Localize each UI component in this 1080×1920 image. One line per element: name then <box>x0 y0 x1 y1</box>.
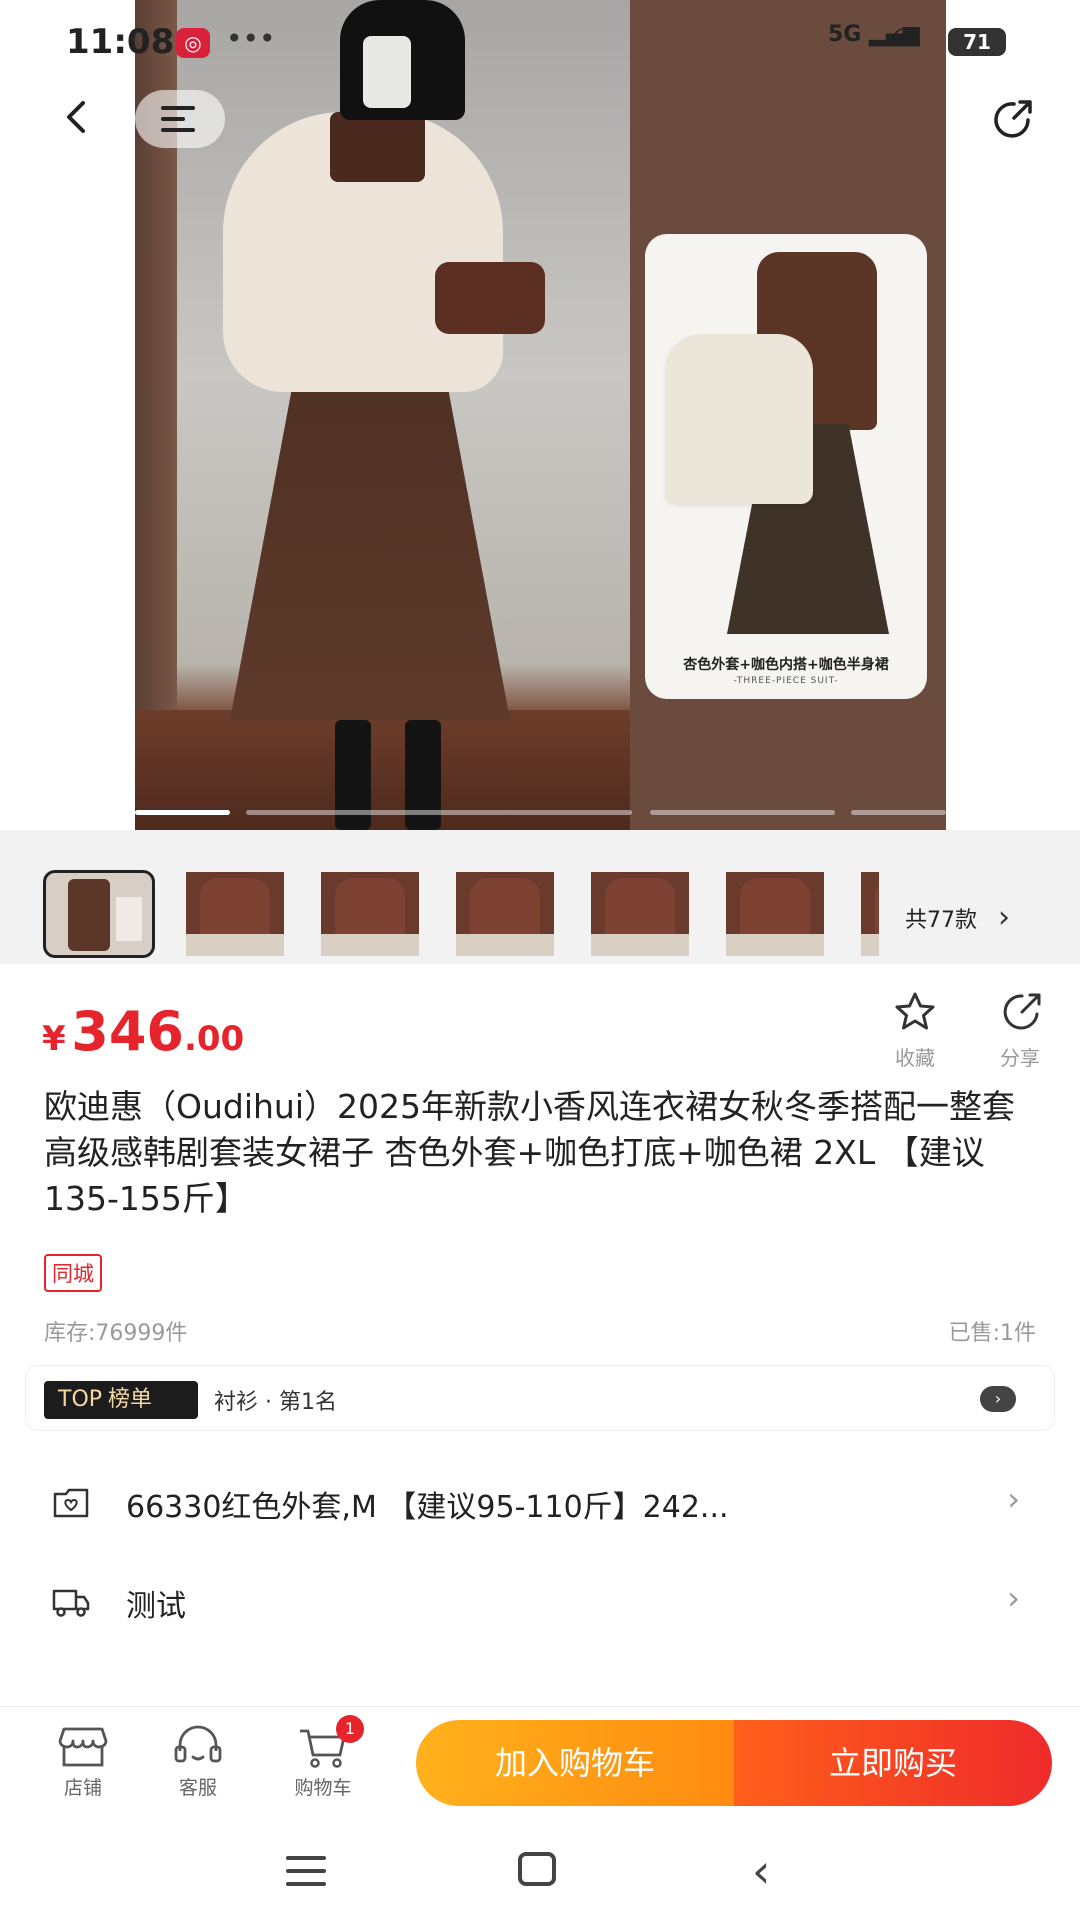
variant-count: 共77款 <box>905 908 977 933</box>
chevron-right-icon: › <box>1007 1579 1020 1617</box>
badge-top: TOP <box>58 1387 103 1412</box>
ranking-banner[interactable]: TOP 榜单 衬衫 · 第1名 › <box>26 1366 1054 1430</box>
all-variants-link[interactable]: 共77款 › <box>905 900 1010 935</box>
ranking-text: 衬衫 · 第1名 <box>214 1390 337 1415</box>
thumbnail[interactable] <box>456 872 554 956</box>
same-city-tag: 同城 <box>44 1254 102 1292</box>
battery-icon: 71 <box>948 28 1006 56</box>
system-back-button[interactable]: ‹ <box>752 1844 770 1898</box>
service-button[interactable]: 客服 <box>153 1725 243 1800</box>
thumbnail[interactable] <box>726 872 824 956</box>
bank-app-icon: ◎ <box>176 28 210 58</box>
delivery-text: 测试 <box>126 1589 186 1624</box>
card-subcaption: -THREE-PIECE SUIT- <box>733 676 839 686</box>
back-button[interactable] <box>55 95 99 139</box>
top-ranking-badge: TOP 榜单 <box>44 1381 198 1419</box>
gallery-progress-3 <box>650 810 835 815</box>
gallery-progress-4 <box>851 810 946 815</box>
heart-bag-icon <box>53 1488 89 1518</box>
network-type: 5G <box>828 22 862 47</box>
price: ¥ 346.00 <box>42 1000 244 1063</box>
chevron-right-icon: › <box>980 1386 1016 1412</box>
service-label: 客服 <box>178 1777 217 1799</box>
system-navigation-bar: ‹ <box>0 1818 1080 1920</box>
product-title: 欧迪惠（Oudihui）2025年新款小香风连衣裙女秋冬季搭配一整套高级感韩剧套… <box>44 1087 1015 1218</box>
chevron-left-icon <box>67 101 85 133</box>
gallery-progress-2 <box>246 810 632 815</box>
menu-icon <box>161 106 195 132</box>
chevron-right-icon: › <box>1007 1480 1020 1518</box>
favorite-button[interactable]: 收藏 <box>880 990 950 1071</box>
recent-apps-button[interactable] <box>286 1856 326 1886</box>
share-button[interactable] <box>990 96 1036 142</box>
gallery-progress-1 <box>135 810 230 815</box>
stock-count: 库存:76999件 <box>44 1321 188 1346</box>
currency-symbol: ¥ <box>42 1019 66 1059</box>
chevron-right-icon: › <box>998 900 1010 935</box>
photo-turtleneck <box>330 112 425 182</box>
thumbnail[interactable] <box>861 872 879 956</box>
selected-variant-text: 66330红色外套,M 【建议95-110斤】242... <box>126 1490 729 1525</box>
wifi-icon: ◠ <box>892 22 915 52</box>
thumbnail[interactable] <box>591 872 689 956</box>
share-icon <box>994 100 1032 138</box>
status-time: 11:08 <box>66 22 175 62</box>
menu-button[interactable] <box>135 90 225 148</box>
status-more-dots: ••• <box>226 22 276 55</box>
badge-label: 榜单 <box>108 1387 153 1412</box>
photo-phone <box>363 36 411 108</box>
cart-label: 购物车 <box>294 1777 352 1799</box>
star-icon <box>895 992 935 1030</box>
outfit-card: 杏色外套+咖色内搭+咖色半身裙 -THREE-PIECE SUIT- <box>645 234 927 699</box>
share-label: 分享 <box>1000 1046 1040 1070</box>
thumbnail[interactable] <box>186 872 284 956</box>
selected-variant-row[interactable]: 66330红色外套,M 【建议95-110斤】242... › <box>26 1454 1054 1553</box>
store-icon <box>58 1727 108 1767</box>
card-jacket <box>665 334 813 504</box>
add-to-cart-button[interactable]: 加入购物车 <box>416 1720 734 1806</box>
store-button[interactable]: 店铺 <box>38 1725 128 1800</box>
share-icon <box>1003 993 1041 1030</box>
variant-thumbnails[interactable]: 共77款 › <box>0 864 1080 964</box>
price-decimal: .00 <box>183 1019 245 1059</box>
cart-count-badge: 1 <box>336 1715 364 1743</box>
home-button[interactable] <box>518 1852 556 1886</box>
photo-bag <box>435 262 545 334</box>
share-product-button[interactable]: 分享 <box>985 990 1055 1071</box>
price-integer: 346 <box>71 1000 184 1063</box>
thumbnail-selected[interactable] <box>43 870 155 958</box>
cart-icon-wrapper: 1 <box>296 1715 364 1769</box>
sold-count: 已售:1件 <box>948 1321 1036 1346</box>
options-card: 66330红色外套,M 【建议95-110斤】242... › 测试 › <box>26 1454 1054 1652</box>
store-label: 店铺 <box>63 1777 102 1799</box>
headset-icon <box>174 1725 222 1763</box>
favorite-label: 收藏 <box>895 1046 935 1070</box>
thumbnail[interactable] <box>321 872 419 956</box>
delivery-truck-icon <box>52 1589 90 1617</box>
delivery-row[interactable]: 测试 › <box>26 1553 1054 1652</box>
card-caption: 杏色外套+咖色内搭+咖色半身裙 <box>683 657 889 673</box>
buy-now-button[interactable]: 立即购买 <box>734 1720 1052 1806</box>
cart-button[interactable]: 1 购物车 <box>278 1715 368 1800</box>
